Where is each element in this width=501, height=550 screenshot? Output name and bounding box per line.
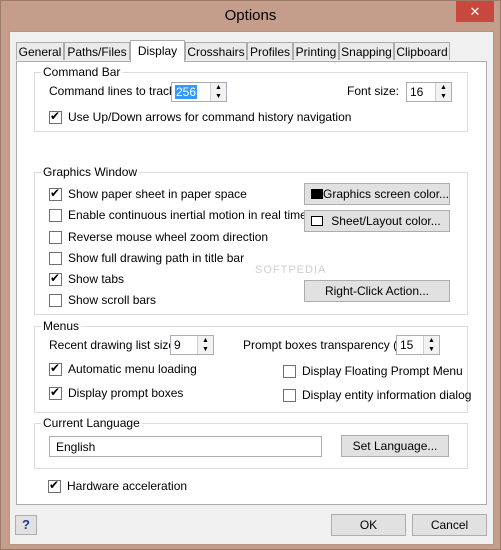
updown-arrows-label: Use Up/Down arrows for command history n…	[68, 110, 352, 124]
hardware-acceleration-checkbox[interactable]	[48, 478, 61, 493]
show-tabs-checkbox[interactable]	[49, 271, 62, 286]
tab-crosshairs[interactable]: Crosshairs	[185, 42, 247, 60]
display-prompt-label: Display prompt boxes	[68, 386, 184, 400]
current-language-title: Current Language	[41, 416, 142, 430]
window-title: Options	[224, 7, 277, 24]
reverse-zoom-label: Reverse mouse wheel zoom direction	[68, 230, 269, 244]
menus-group: Menus Recent drawing list size: 9 ▲ ▼ Pro…	[34, 319, 472, 413]
entity-info-label: Display entity information dialog	[302, 388, 472, 402]
menus-title: Menus	[41, 319, 82, 333]
prompt-transparency-stepper[interactable]: 15 ▲ ▼	[396, 335, 440, 355]
command-bar-group: Command Bar Command lines to track: 256 …	[34, 65, 468, 132]
floating-prompt-checkbox[interactable]	[283, 365, 296, 378]
spin-down-icon[interactable]: ▼	[198, 345, 213, 354]
graphics-screen-color-label: Graphics screen color...	[323, 187, 450, 201]
sheet-layout-color-label: Sheet/Layout color...	[331, 214, 441, 228]
display-tab-panel: Command Bar Command lines to track: 256 …	[16, 61, 487, 505]
layout-color-swatch	[311, 216, 323, 226]
ok-button[interactable]: OK	[331, 514, 406, 536]
set-language-button[interactable]: Set Language...	[341, 435, 449, 457]
inertial-motion-label: Enable continuous inertial motion in rea…	[68, 208, 307, 222]
language-value: English	[56, 440, 96, 454]
hardware-acceleration-label: Hardware acceleration	[67, 479, 188, 493]
sheet-layout-color-button[interactable]: Sheet/Layout color...	[304, 210, 450, 232]
cancel-button[interactable]: Cancel	[412, 514, 487, 536]
tab-snapping[interactable]: Snapping	[339, 42, 394, 60]
watermark-text: SOFTPEDIA	[255, 264, 327, 276]
current-language-group: Current Language English Set Language...	[34, 416, 468, 469]
auto-menu-label: Automatic menu loading	[68, 362, 197, 376]
recent-list-value[interactable]: 9	[174, 338, 181, 352]
recent-list-label: Recent drawing list size:	[49, 338, 179, 352]
reverse-zoom-checkbox[interactable]	[49, 231, 62, 244]
tab-general[interactable]: General	[16, 42, 64, 60]
font-size-label: Font size:	[347, 84, 400, 98]
graphics-window-title: Graphics Window	[41, 165, 140, 179]
tab-display[interactable]: Display	[130, 40, 185, 62]
language-field[interactable]: English	[49, 436, 322, 457]
dialog-client-area: General Paths/Files Display Crosshairs P…	[9, 31, 494, 545]
inertial-motion-checkbox[interactable]	[49, 209, 62, 222]
prompt-transparency-value[interactable]: 15	[400, 338, 413, 352]
graphics-screen-color-button[interactable]: Graphics screen color...	[304, 183, 450, 205]
command-lines-label: Command lines to track:	[49, 84, 179, 98]
options-dialog: Options ✕ General Paths/Files Display Cr…	[0, 0, 501, 550]
command-lines-value[interactable]: 256	[175, 85, 198, 99]
show-tabs-label: Show tabs	[68, 272, 125, 286]
font-size-value[interactable]: 16	[410, 85, 423, 99]
close-button[interactable]: ✕	[456, 1, 494, 22]
spin-down-icon[interactable]: ▼	[424, 345, 439, 354]
full-path-label: Show full drawing path in title bar	[68, 251, 245, 265]
tab-profiles[interactable]: Profiles	[247, 42, 293, 60]
prompt-transparency-label: Prompt boxes transparency (%):	[243, 338, 416, 352]
show-paper-sheet-checkbox[interactable]	[49, 186, 62, 201]
show-scrollbars-label: Show scroll bars	[68, 293, 157, 307]
tab-printing[interactable]: Printing	[293, 42, 339, 60]
updown-arrows-checkbox[interactable]	[49, 109, 62, 124]
graphics-window-group: Graphics Window Show paper sheet in pape…	[34, 165, 468, 315]
tab-paths-files[interactable]: Paths/Files	[64, 42, 130, 60]
full-path-checkbox[interactable]	[49, 252, 62, 265]
floating-prompt-label: Display Floating Prompt Menu	[302, 364, 463, 378]
spin-down-icon[interactable]: ▼	[436, 92, 451, 101]
display-prompt-checkbox[interactable]	[49, 385, 62, 400]
title-bar: Options ✕	[1, 1, 500, 31]
show-scrollbars-checkbox[interactable]	[49, 294, 62, 307]
recent-list-stepper[interactable]: 9 ▲ ▼	[170, 335, 214, 355]
auto-menu-checkbox[interactable]	[49, 361, 62, 376]
help-button[interactable]: ?	[15, 515, 37, 535]
show-paper-sheet-label: Show paper sheet in paper space	[68, 187, 247, 201]
command-lines-stepper[interactable]: 256 ▲ ▼	[171, 82, 227, 102]
entity-info-checkbox[interactable]	[283, 389, 296, 402]
screen-color-swatch	[311, 189, 323, 199]
spin-down-icon[interactable]: ▼	[211, 92, 226, 101]
tab-clipboard[interactable]: Clipboard	[394, 42, 450, 60]
command-bar-title: Command Bar	[41, 65, 123, 79]
right-click-action-button[interactable]: Right-Click Action...	[304, 280, 450, 302]
font-size-stepper[interactable]: 16 ▲ ▼	[406, 82, 452, 102]
